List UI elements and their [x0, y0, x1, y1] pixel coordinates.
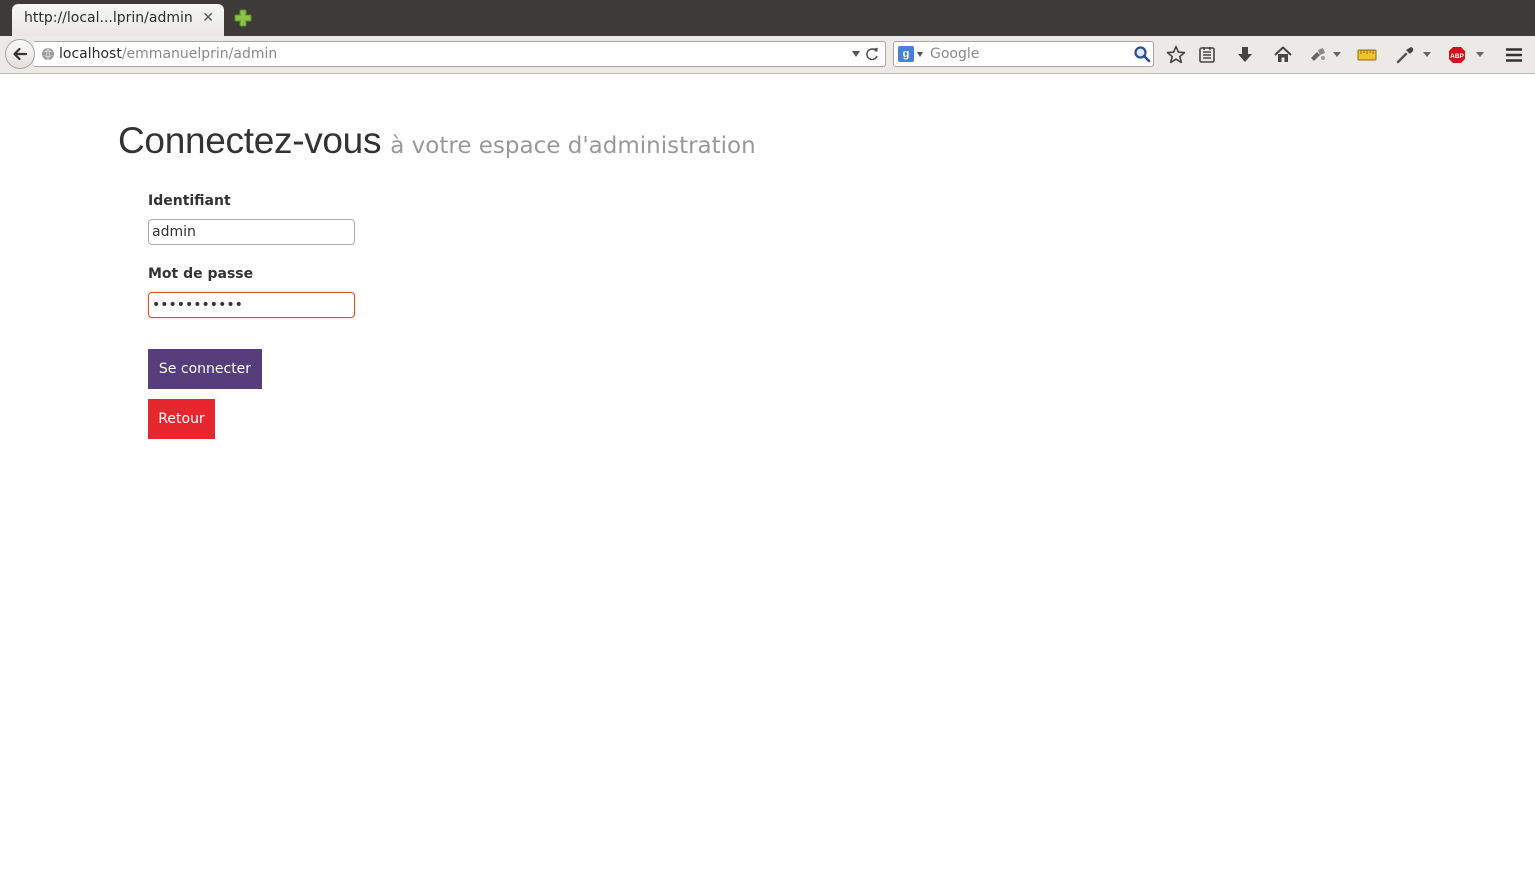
password-label: Mot de passe	[148, 266, 254, 282]
adblock-chevron-down-icon[interactable]	[1476, 52, 1484, 57]
adblock-label: ABP	[1450, 53, 1464, 60]
search-icon[interactable]	[1133, 45, 1151, 63]
chevron-down-icon[interactable]	[852, 51, 860, 57]
home-icon[interactable]	[1272, 44, 1294, 66]
ruler-icon[interactable]	[1356, 44, 1378, 66]
extension-chevron-down-icon[interactable]	[1333, 52, 1341, 57]
tab-strip: http://local...lprin/admin ✕	[0, 0, 1535, 36]
reload-icon[interactable]	[864, 46, 880, 62]
download-icon[interactable]	[1234, 44, 1256, 66]
tab-title: http://local...lprin/admin	[24, 10, 193, 26]
login-button[interactable]: Se connecter	[148, 349, 262, 389]
eyedropper-chevron-down-icon[interactable]	[1423, 52, 1431, 57]
google-icon[interactable]: g	[898, 46, 914, 62]
search-bar[interactable]: g	[893, 41, 1154, 67]
reading-list-icon[interactable]	[1196, 44, 1218, 66]
browser-tab[interactable]: http://local...lprin/admin ✕	[12, 4, 224, 36]
url-host: localhost	[59, 46, 122, 62]
eyedropper-icon[interactable]	[1394, 44, 1416, 66]
username-field[interactable]	[148, 219, 355, 245]
url-path: /emmanuelprin/admin	[121, 46, 278, 62]
extension-icon[interactable]	[1307, 44, 1329, 66]
back-button[interactable]	[5, 39, 35, 69]
password-field[interactable]	[148, 292, 355, 318]
address-bar[interactable]: localhost/emmanuelprin/admin	[34, 41, 886, 67]
username-label: Identifiant	[148, 193, 231, 209]
login-heading: Connectez-vous	[118, 120, 382, 161]
url-text[interactable]: localhost/emmanuelprin/admin	[59, 46, 277, 62]
login-subheading: à votre espace d'administration	[390, 133, 756, 159]
back-link-button[interactable]: Retour	[148, 399, 215, 439]
search-input[interactable]	[930, 42, 1126, 66]
close-icon[interactable]: ✕	[202, 10, 214, 26]
navigation-bar: localhost/emmanuelprin/admin g Google AB…	[0, 36, 1535, 74]
engine-chevron-down-icon[interactable]	[917, 52, 923, 57]
arrow-left-icon	[13, 47, 28, 61]
menu-icon[interactable]	[1503, 44, 1525, 66]
bookmark-star-icon[interactable]	[1165, 44, 1187, 66]
adblock-plus-icon[interactable]: ABP	[1446, 44, 1468, 66]
page-title: Connectez-vous à votre espace d'administ…	[118, 120, 756, 162]
plus-icon[interactable]	[233, 9, 253, 27]
globe-icon	[42, 47, 54, 61]
